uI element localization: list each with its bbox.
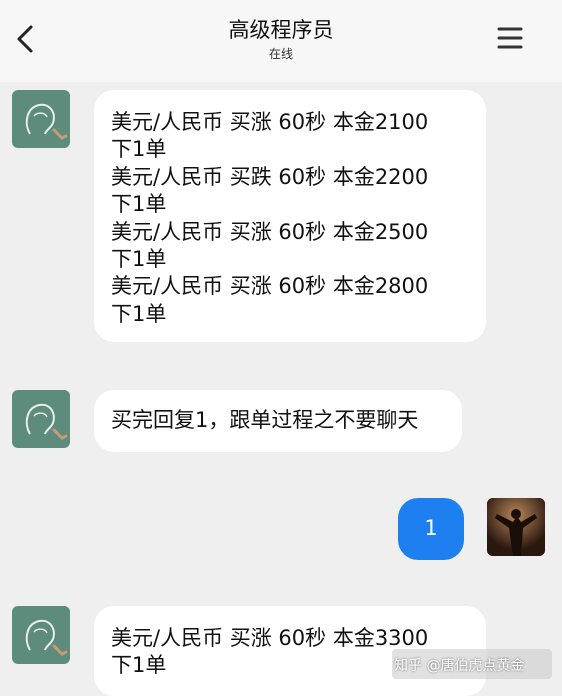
message-line: 1 [424, 516, 438, 540]
message-line: 下1单 [111, 137, 167, 162]
message-line: 下1单 [111, 301, 167, 326]
message-line: 美元/人民币 买涨 60秒 本金2100 [111, 110, 429, 134]
chalk-figure-icon [25, 619, 68, 656]
contact-avatar[interactable] [12, 90, 70, 148]
chat-title-block: 高级程序员 在线 [0, 16, 562, 63]
chalk-figure-icon [25, 103, 68, 140]
message-line: 下1单 [111, 192, 167, 217]
chat-header: 高级程序员 在线 [0, 0, 562, 82]
message-bubble[interactable]: 美元/人民币 买涨 60秒 本金2100 下1单 美元/人民币 买跌 60秒 本… [94, 90, 486, 342]
online-status: 在线 [268, 47, 293, 61]
contact-avatar[interactable] [12, 606, 70, 664]
chat-title: 高级程序员 [228, 18, 334, 42]
message-line: 美元/人民币 买涨 60秒 本金2500 [111, 219, 429, 244]
chalk-figure-icon [25, 403, 68, 440]
message-line: 美元/人民币 买涨 60秒 本金2800 [111, 274, 429, 299]
message-bubble[interactable]: 买完回复1，跟单过程之不要聊天 [94, 390, 462, 452]
message-line: 下1单 [111, 247, 167, 272]
contact-avatar[interactable] [12, 390, 70, 448]
my-message-bubble[interactable]: 1 [398, 498, 464, 560]
message-line: 买完回复1，跟单过程之不要聊天 [111, 408, 419, 432]
user-photo-icon [487, 498, 545, 556]
user-avatar[interactable] [487, 498, 545, 556]
message-line: 美元/人民币 买跌 60秒 本金2200 [111, 164, 429, 189]
hamburger-menu-icon[interactable] [496, 26, 524, 50]
watermark: 知乎 @唐伯虎点黄金 [394, 658, 525, 674]
